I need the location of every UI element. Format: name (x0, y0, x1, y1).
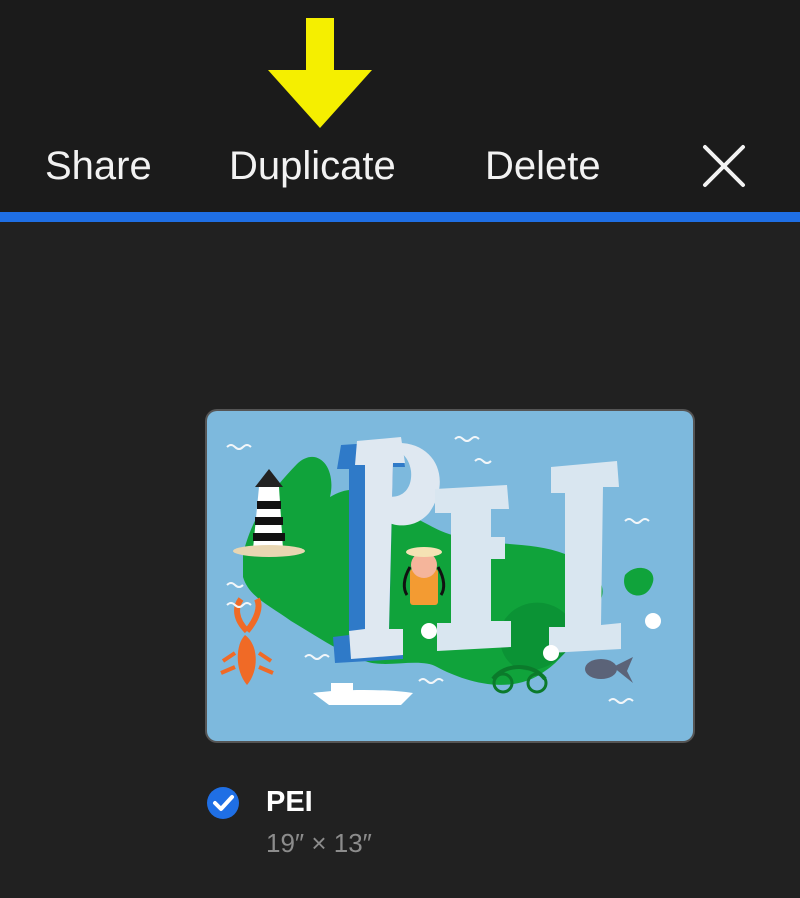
close-icon[interactable] (700, 142, 748, 190)
artwork-title: PEI (266, 786, 313, 818)
delete-button[interactable]: Delete (485, 140, 601, 192)
artwork-thumbnail[interactable] (205, 409, 695, 743)
artwork-dimensions: 19″ × 13″ (266, 828, 372, 858)
action-toolbar: Share Duplicate Delete (0, 0, 800, 212)
selected-checkmark-icon[interactable] (205, 785, 241, 821)
selection-divider (0, 212, 800, 222)
duplicate-button[interactable]: Duplicate (229, 140, 396, 192)
arrow-down-icon (268, 18, 372, 128)
artwork-selection-screen: Share Duplicate Delete PEI 19″ × 13″ (0, 0, 800, 898)
share-button[interactable]: Share (45, 140, 152, 192)
artwork-illustration (207, 411, 693, 741)
